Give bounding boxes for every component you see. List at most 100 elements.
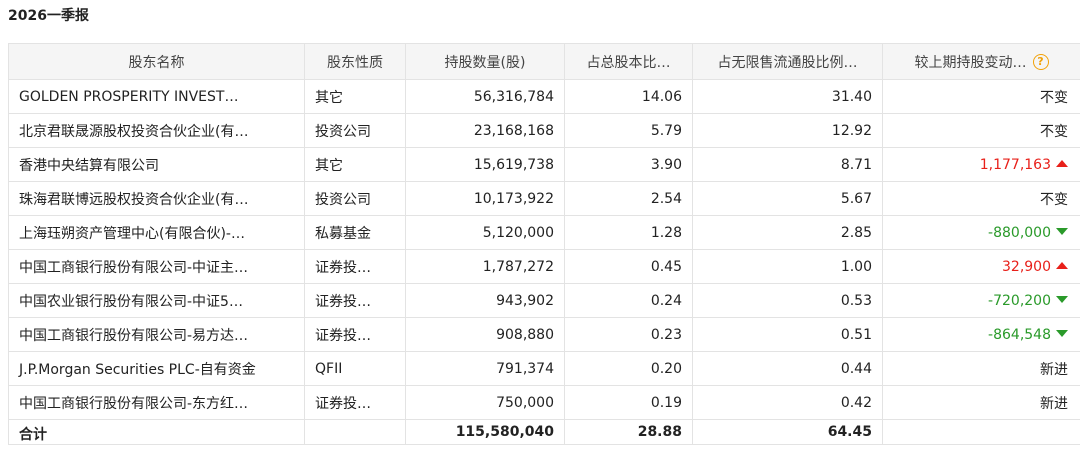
total-pct-float: 64.45 (692, 419, 883, 445)
shareholder-type-cell: 证券投… (304, 283, 406, 318)
header-pct-total[interactable]: 占总股本比… (564, 43, 693, 80)
change-cell: 32,900 (882, 249, 1080, 284)
change-cell: 不变 (882, 113, 1080, 148)
change-value: 不变 (1040, 89, 1068, 106)
change-value: 不变 (1040, 123, 1068, 140)
increase-arrow-icon (1056, 160, 1068, 167)
table-row[interactable]: J.P.Morgan Securities PLC-自有资金 QFII 791,37… (8, 351, 1080, 386)
shareholder-type-cell: 私募基金 (304, 215, 406, 250)
pct-float-cell: 0.44 (692, 351, 883, 386)
change-value: 不变 (1040, 191, 1068, 208)
table-row[interactable]: 北京君联晟源股权投资合伙企业(有… 投资公司 23,168,168 5.79 12.92… (8, 113, 1080, 148)
table-row[interactable]: 上海珏朔资产管理中心(有限合伙)-… 私募基金 5,120,000 1.28 2.85 -… (8, 215, 1080, 250)
total-label: 合计 (8, 419, 305, 445)
decrease-arrow-icon (1056, 228, 1068, 235)
pct-float-cell: 0.42 (692, 385, 883, 420)
table-row[interactable]: 中国农业银行股份有限公司-中证5… 证券投… 943,902 0.24 0.53 -720… (8, 283, 1080, 318)
change-value: 1,177,163 (979, 156, 1051, 173)
change-cell: -880,000 (882, 215, 1080, 250)
table-row[interactable]: 中国工商银行股份有限公司-中证主… 证券投… 1,787,272 0.45 1.00 32… (8, 249, 1080, 284)
shareholder-name-cell: 中国工商银行股份有限公司-中证主… (8, 249, 305, 284)
table-header-row: 股东名称 股东性质 持股数量(股) 占总股本比… 占无限售流通股比例… 较上期持… (8, 43, 1080, 80)
decrease-arrow-icon (1056, 296, 1068, 303)
shares-held-cell: 10,173,922 (405, 181, 565, 216)
table-row[interactable]: 珠海君联博远股权投资合伙企业(有… 投资公司 10,173,922 2.54 5.67 不… (8, 181, 1080, 216)
change-cell: 1,177,163 (882, 147, 1080, 182)
pct-total-cell: 0.24 (564, 283, 693, 318)
shareholder-name-cell: 中国工商银行股份有限公司-易方达… (8, 317, 305, 352)
pct-total-cell: 14.06 (564, 79, 693, 114)
decrease-arrow-icon (1056, 330, 1068, 337)
pct-float-cell: 8.71 (692, 147, 883, 182)
header-change[interactable]: 较上期持股变动…? (882, 43, 1080, 80)
shares-held-cell: 56,316,784 (405, 79, 565, 114)
shares-held-cell: 791,374 (405, 351, 565, 386)
pct-total-cell: 0.23 (564, 317, 693, 352)
report-title: 2026一季报 (8, 8, 89, 24)
pct-float-cell: 12.92 (692, 113, 883, 148)
shareholder-type-cell: 证券投… (304, 249, 406, 284)
shareholder-type-cell: 证券投… (304, 385, 406, 420)
shareholder-name-cell: 珠海君联博远股权投资合伙企业(有… (8, 181, 305, 216)
table-row[interactable]: 中国工商银行股份有限公司-东方红… 证券投… 750,000 0.19 0.42 新进 (8, 385, 1080, 420)
change-cell: 不变 (882, 79, 1080, 114)
shareholder-name-cell: J.P.Morgan Securities PLC-自有资金 (8, 351, 305, 386)
shareholder-name-cell: 上海珏朔资产管理中心(有限合伙)-… (8, 215, 305, 250)
question-circle-icon[interactable]: ? (1032, 53, 1049, 70)
pct-total-cell: 0.45 (564, 249, 693, 284)
pct-total-cell: 0.19 (564, 385, 693, 420)
shares-held-cell: 5,120,000 (405, 215, 565, 250)
table-row[interactable]: 香港中央结算有限公司 其它 15,619,738 3.90 8.71 1,177,163 (8, 147, 1080, 182)
total-type (304, 419, 406, 445)
header-shareholder-name[interactable]: 股东名称 (8, 43, 305, 80)
header-pct-float[interactable]: 占无限售流通股比例… (692, 43, 883, 80)
shareholder-name-cell: 中国工商银行股份有限公司-东方红… (8, 385, 305, 420)
shares-held-cell: 23,168,168 (405, 113, 565, 148)
shareholder-name-cell: 北京君联晟源股权投资合伙企业(有… (8, 113, 305, 148)
change-value: -720,200 (988, 292, 1051, 309)
shareholder-type-cell: 其它 (304, 79, 406, 114)
change-cell: -720,200 (882, 283, 1080, 318)
pct-total-cell: 0.20 (564, 351, 693, 386)
shareholder-type-cell: QFII (304, 351, 406, 386)
shareholder-type-cell: 投资公司 (304, 113, 406, 148)
header-change-label: 较上期持股变动… (914, 54, 1027, 71)
change-value: 32,900 (1002, 258, 1051, 275)
table-row[interactable]: 中国工商银行股份有限公司-易方达… 证券投… 908,880 0.23 0.51 -864… (8, 317, 1080, 352)
pct-float-cell: 0.53 (692, 283, 883, 318)
change-cell: -864,548 (882, 317, 1080, 352)
total-shares: 115,580,040 (405, 419, 565, 445)
shareholder-type-cell: 其它 (304, 147, 406, 182)
table-row[interactable]: GOLDEN PROSPERITY INVEST… 其它 56,316,784 14.… (8, 79, 1080, 114)
shareholder-type-cell: 投资公司 (304, 181, 406, 216)
shareholders-table-container[interactable]: 股东名称 股东性质 持股数量(股) 占总股本比… 占无限售流通股比例… 较上期持… (8, 43, 1080, 453)
shareholder-name-cell: 中国农业银行股份有限公司-中证5… (8, 283, 305, 318)
shareholders-table: 股东名称 股东性质 持股数量(股) 占总股本比… 占无限售流通股比例… 较上期持… (8, 43, 1080, 445)
shareholder-name-cell: 香港中央结算有限公司 (8, 147, 305, 182)
change-value: 新进 (1040, 395, 1068, 412)
pct-total-cell: 1.28 (564, 215, 693, 250)
change-cell: 新进 (882, 385, 1080, 420)
pct-float-cell: 5.67 (692, 181, 883, 216)
shares-held-cell: 908,880 (405, 317, 565, 352)
change-value: 新进 (1040, 361, 1068, 378)
change-cell: 新进 (882, 351, 1080, 386)
total-row: 合计 115,580,040 28.88 64.45 (8, 419, 1080, 445)
shareholder-type-cell: 证券投… (304, 317, 406, 352)
shares-held-cell: 1,787,272 (405, 249, 565, 284)
change-cell: 不变 (882, 181, 1080, 216)
shareholder-name-cell: GOLDEN PROSPERITY INVEST… (8, 79, 305, 114)
pct-total-cell: 2.54 (564, 181, 693, 216)
change-value: -880,000 (988, 224, 1051, 241)
pct-float-cell: 1.00 (692, 249, 883, 284)
total-pct-total: 28.88 (564, 419, 693, 445)
header-shareholder-type[interactable]: 股东性质 (304, 43, 406, 80)
pct-float-cell: 31.40 (692, 79, 883, 114)
shares-held-cell: 15,619,738 (405, 147, 565, 182)
header-shares-held[interactable]: 持股数量(股) (405, 43, 565, 80)
pct-total-cell: 5.79 (564, 113, 693, 148)
total-change (882, 419, 1080, 445)
change-value: -864,548 (988, 326, 1051, 343)
pct-total-cell: 3.90 (564, 147, 693, 182)
increase-arrow-icon (1056, 262, 1068, 269)
